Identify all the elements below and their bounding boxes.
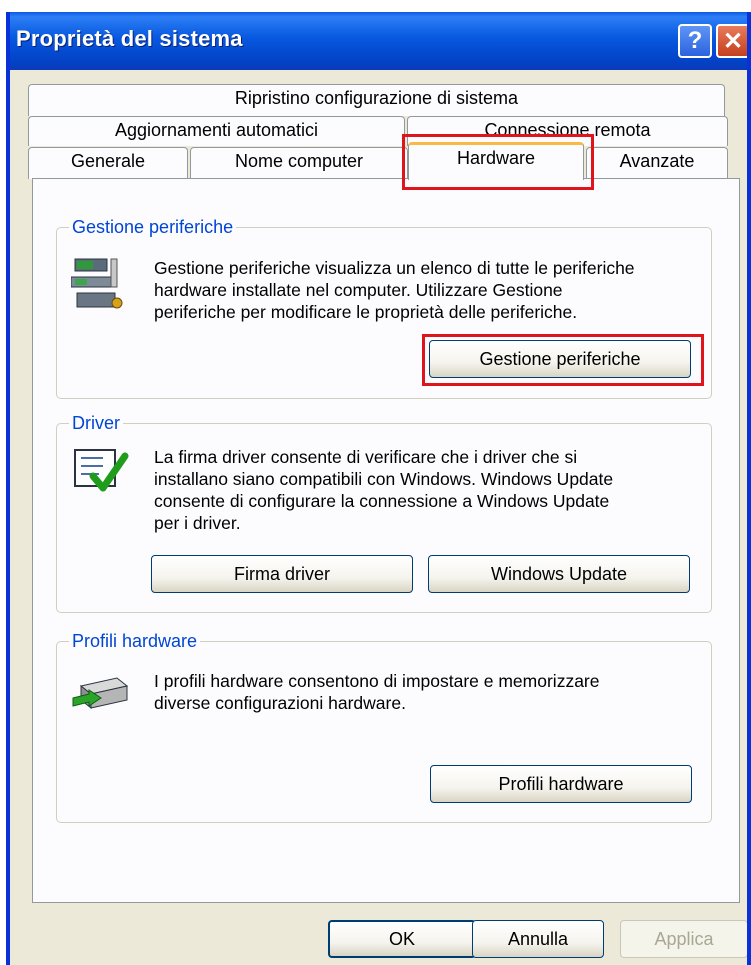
help-icon: ? bbox=[687, 27, 703, 54]
ok-button[interactable]: OK bbox=[328, 920, 476, 958]
driver-group: Driver La firma driver consente di verif… bbox=[56, 413, 712, 613]
hardware-profiles-group-title: Profili hardware bbox=[69, 631, 201, 651]
driver-signing-icon bbox=[74, 449, 129, 492]
driver-group-title: Driver bbox=[69, 413, 123, 433]
device-manager-button-highlight bbox=[422, 334, 704, 386]
tab-general[interactable]: Generale bbox=[28, 147, 188, 179]
windows-update-button[interactable]: Windows Update bbox=[428, 555, 690, 593]
cancel-button[interactable]: Annulla bbox=[472, 920, 604, 958]
close-button[interactable]: ✕ bbox=[716, 24, 747, 58]
tab-system-restore[interactable]: Ripristino configurazione di sistema bbox=[28, 84, 725, 116]
hardware-profiles-button[interactable]: Profili hardware bbox=[430, 765, 692, 803]
text-line: Gestione periferiche visualizza un elenc… bbox=[154, 258, 635, 278]
tab-advanced[interactable]: Avanzate bbox=[586, 147, 728, 179]
help-button[interactable]: ? bbox=[678, 24, 712, 58]
hardware-profiles-icon bbox=[72, 677, 129, 710]
text-line: I profili hardware consentono di imposta… bbox=[154, 671, 600, 691]
text-line: installano siano compatibili con Windows… bbox=[154, 469, 614, 489]
tab-automatic-updates[interactable]: Aggiornamenti automatici bbox=[28, 116, 405, 146]
tab-computer-name[interactable]: Nome computer bbox=[190, 147, 408, 179]
apply-button[interactable]: Applica bbox=[620, 920, 747, 958]
tab-label: Generale bbox=[70, 151, 146, 171]
system-properties-window: Proprietà del sistema ? ✕ Ripristino con… bbox=[6, 12, 751, 965]
text-line: La firma driver consente di verificare c… bbox=[154, 447, 578, 467]
device-manager-group-title: Gestione periferiche bbox=[69, 217, 237, 237]
driver-description: La firma driver consente di verificare c… bbox=[154, 446, 613, 534]
hardware-tab-highlight bbox=[402, 134, 594, 190]
driver-signing-button[interactable]: Firma driver bbox=[151, 555, 413, 593]
window-title: Proprietà del sistema bbox=[16, 26, 243, 51]
text-line: diverse configurazioni hardware. bbox=[154, 693, 406, 713]
text-line: hardware installate nel computer. Utiliz… bbox=[154, 280, 563, 300]
hardware-profiles-group: Profili hardware I profili hardware cons… bbox=[56, 631, 712, 823]
close-icon: ✕ bbox=[722, 27, 744, 55]
text-line: periferiche per modificare le proprietà … bbox=[154, 302, 578, 322]
tab-label: Avanzate bbox=[619, 151, 695, 171]
tab-label: Nome computer bbox=[234, 151, 364, 171]
text-line: per i driver. bbox=[154, 513, 241, 533]
hardware-tab-panel: Gestione periferiche Gestione periferich… bbox=[32, 178, 740, 903]
text-line: consente di configurare la connessione a… bbox=[154, 491, 610, 511]
device-manager-description: Gestione periferiche visualizza un elenc… bbox=[154, 257, 635, 323]
tab-label: Aggiornamenti automatici bbox=[114, 120, 319, 140]
tab-label: Ripristino configurazione di sistema bbox=[234, 88, 519, 108]
device-manager-icon bbox=[71, 258, 123, 309]
title-bar[interactable]: Proprietà del sistema ? ✕ bbox=[10, 12, 747, 70]
hardware-profiles-description: I profili hardware consentono di imposta… bbox=[154, 670, 599, 714]
